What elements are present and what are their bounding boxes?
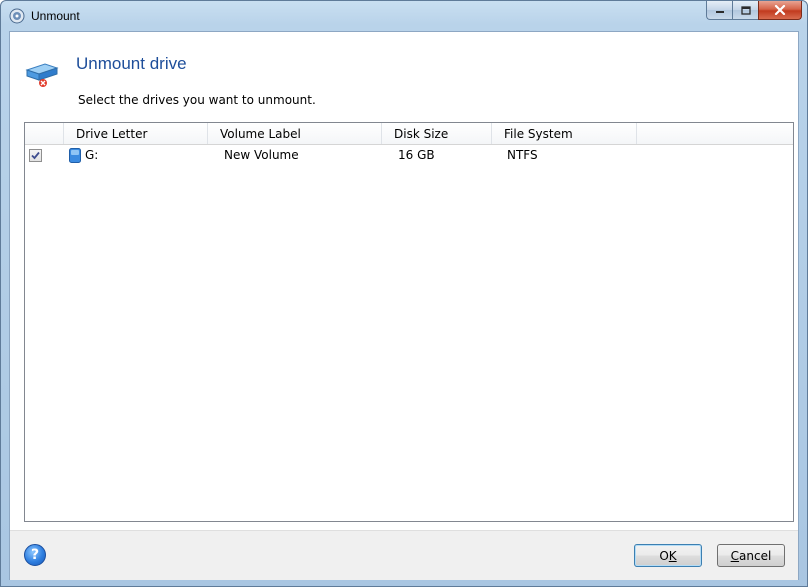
- close-button[interactable]: [758, 1, 802, 20]
- title-bar[interactable]: Unmount: [1, 1, 807, 31]
- app-icon: [9, 8, 25, 24]
- file-system-cell: NTFS: [507, 148, 538, 162]
- ok-button-label: OK: [659, 548, 677, 563]
- column-header-select[interactable]: [25, 123, 64, 144]
- column-header-volume-label[interactable]: Volume Label: [208, 123, 382, 144]
- table-row[interactable]: G: New Volume 16 GB NTFS: [25, 145, 793, 165]
- help-icon: ?: [30, 547, 40, 563]
- column-header-file-system[interactable]: File System: [492, 123, 637, 144]
- table-header: Drive Letter Volume Label Disk Size File…: [25, 123, 793, 145]
- drives-table: Drive Letter Volume Label Disk Size File…: [24, 122, 794, 522]
- dialog-footer: ? OK Cancel: [10, 530, 798, 580]
- drive-checkbox[interactable]: [29, 149, 42, 162]
- column-header-disk-size[interactable]: Disk Size: [382, 123, 492, 144]
- maximize-button[interactable]: [732, 1, 758, 20]
- volume-label-cell: New Volume: [224, 148, 299, 162]
- drive-icon: [69, 148, 81, 163]
- ok-button[interactable]: OK: [634, 544, 702, 567]
- page-title: Unmount drive: [76, 54, 187, 73]
- dialog-window: Unmount Unmount drive Select the drives …: [0, 0, 808, 587]
- instruction-text: Select the drives you want to unmount.: [78, 93, 316, 107]
- window-controls: [706, 1, 802, 21]
- close-icon: [774, 5, 786, 15]
- cancel-button[interactable]: Cancel: [717, 544, 785, 567]
- window-title: Unmount: [31, 9, 80, 23]
- unmount-drive-icon: [25, 63, 59, 87]
- minimize-button[interactable]: [706, 1, 732, 20]
- dialog-content: Unmount drive Select the drives you want…: [9, 31, 799, 580]
- drive-letter-cell: G:: [85, 148, 99, 162]
- checkmark-icon: [31, 151, 40, 160]
- maximize-icon: [740, 5, 751, 15]
- column-header-spacer: [637, 123, 793, 144]
- cancel-button-label: Cancel: [730, 548, 772, 563]
- column-header-drive-letter[interactable]: Drive Letter: [64, 123, 208, 144]
- disk-size-cell: 16 GB: [398, 148, 435, 162]
- help-button[interactable]: ?: [24, 544, 46, 566]
- minimize-icon: [715, 11, 724, 13]
